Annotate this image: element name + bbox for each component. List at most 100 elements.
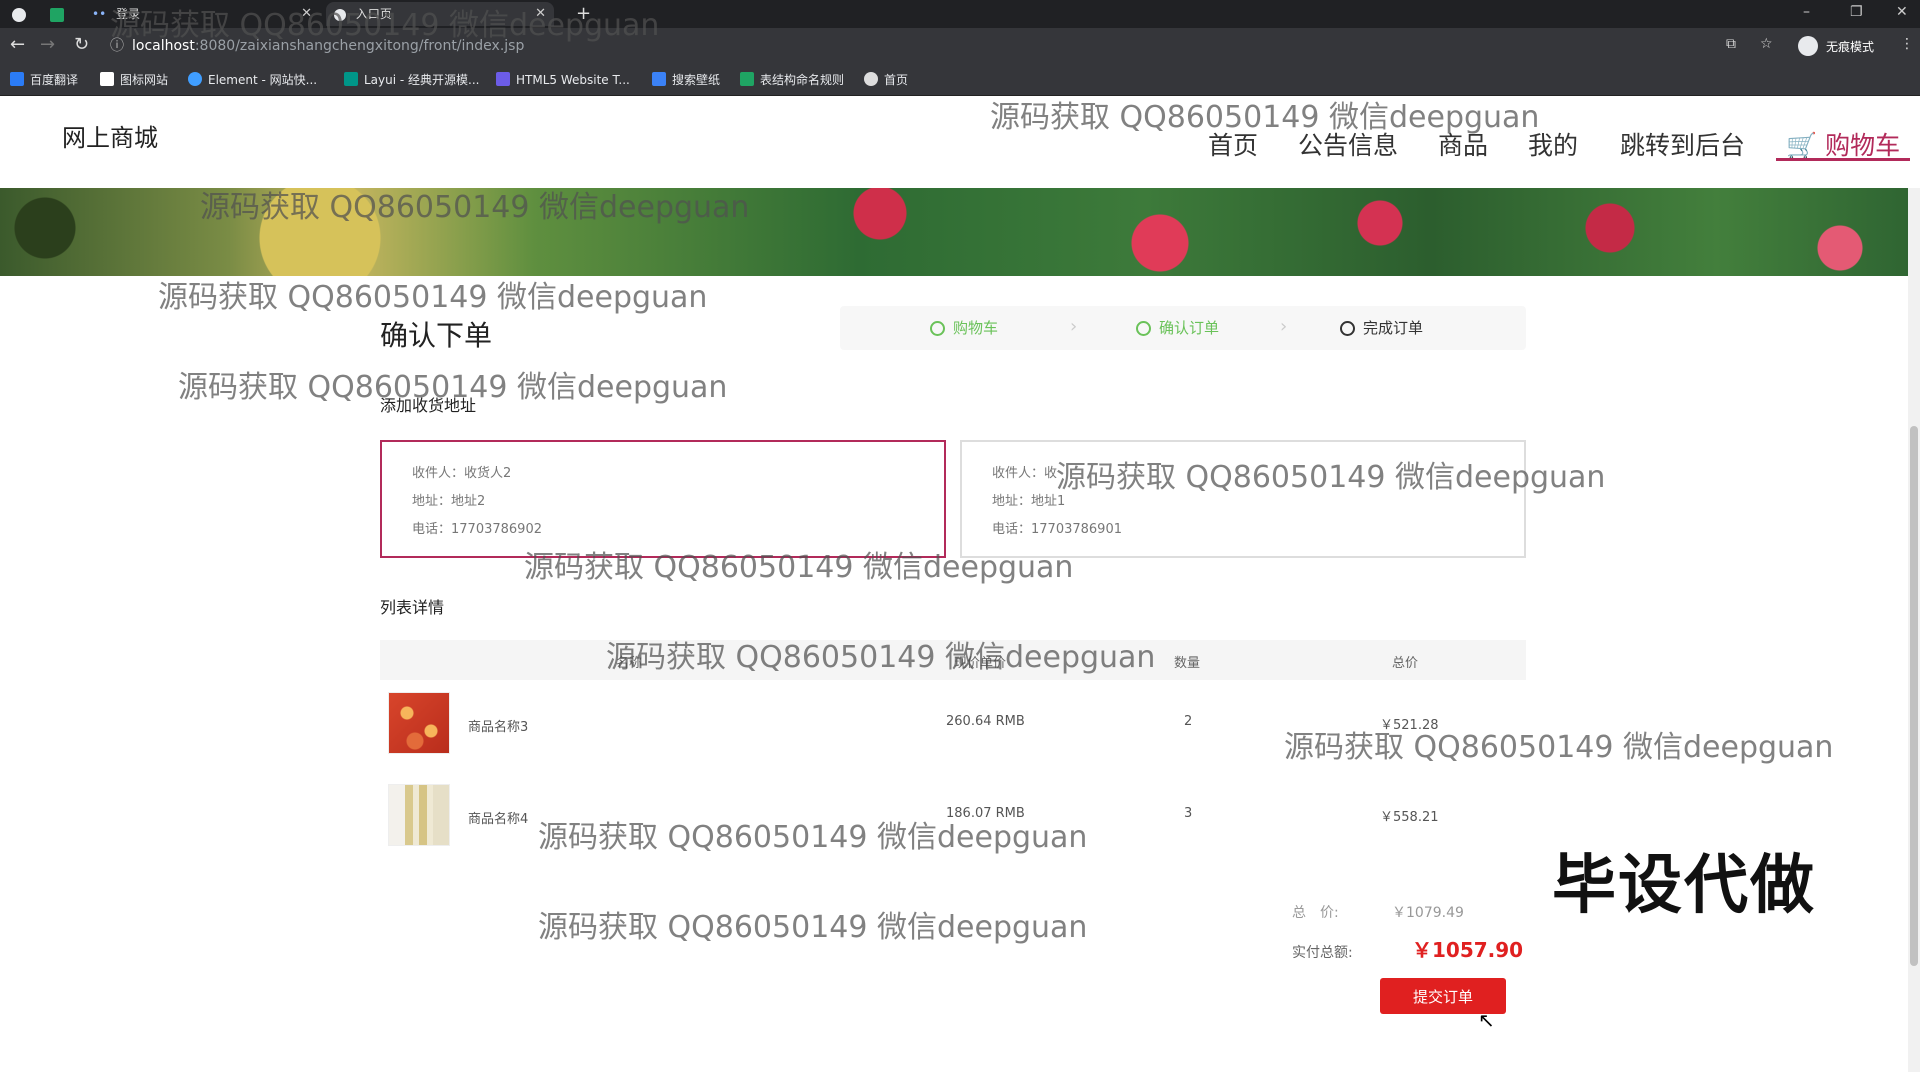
incognito-label[interactable]: 无痕模式 bbox=[1826, 38, 1874, 55]
bookmark-item[interactable]: 百度翻译 bbox=[10, 71, 78, 89]
minimize-icon[interactable]: – bbox=[1803, 4, 1810, 20]
bookmark-label: Element - 网站快... bbox=[208, 73, 318, 87]
address-heading[interactable]: 添加收货地址 bbox=[380, 392, 476, 416]
nav-notice[interactable]: 公告信息 bbox=[1298, 126, 1398, 162]
bookmark-item[interactable]: HTML5 Website T... bbox=[496, 71, 630, 89]
list-heading: 列表详情 bbox=[380, 598, 445, 617]
sum-label: 总 价: bbox=[1292, 905, 1339, 921]
column-header-total: 总价 bbox=[1392, 656, 1419, 671]
address-phone: 电话：17703786901 bbox=[992, 522, 1122, 537]
incognito-icon bbox=[1798, 36, 1818, 56]
bookmark-item[interactable]: Layui - 经典开源模... bbox=[344, 71, 479, 89]
step-complete: 完成订单 bbox=[1340, 318, 1423, 338]
nav-cart-label: 购物车 bbox=[1825, 131, 1901, 160]
column-header-qty: 数量 bbox=[1174, 656, 1201, 671]
step-label: 确认订单 bbox=[1159, 319, 1220, 337]
browser-tab-entry[interactable]: 入口页 ✕ bbox=[326, 2, 554, 26]
browser-tab-home[interactable] bbox=[12, 2, 32, 26]
close-icon[interactable]: ✕ bbox=[301, 2, 312, 26]
product-qty: 3 bbox=[1184, 806, 1193, 821]
close-window-icon[interactable]: ✕ bbox=[1896, 4, 1908, 20]
column-header-price: 现价单价 bbox=[954, 656, 1007, 671]
tab-label: 登录 bbox=[115, 7, 140, 21]
url-path: :8080/zaixianshangchengxitong/front/inde… bbox=[194, 38, 525, 54]
product-total: ￥521.28 bbox=[1380, 718, 1439, 733]
check-circle-icon bbox=[930, 321, 945, 336]
pay-value: ￥1057.90 bbox=[1412, 938, 1524, 962]
chevron-right-icon: › bbox=[1280, 316, 1288, 337]
product-image[interactable] bbox=[388, 692, 450, 754]
bookmark-label: 表结构命名规则 bbox=[760, 73, 845, 87]
translate-bookmark-icon bbox=[10, 72, 24, 86]
mouse-cursor-icon: ↖ bbox=[1478, 1008, 1495, 1032]
table-row: 商品名称4 186.07 RMB 3 ￥558.21 bbox=[380, 780, 1526, 850]
browser-tab-login[interactable]: •• 登录 ✕ bbox=[92, 2, 312, 26]
bookmark-label: 搜索壁纸 bbox=[672, 73, 721, 87]
product-qty: 2 bbox=[1184, 714, 1193, 729]
step-label: 购物车 bbox=[953, 319, 999, 337]
chevron-right-icon: › bbox=[1070, 316, 1078, 337]
nav-cart[interactable]: 🛒 购物车 bbox=[1786, 126, 1900, 162]
globe-icon bbox=[864, 72, 878, 86]
product-image[interactable] bbox=[388, 784, 450, 846]
bookmark-label: Layui - 经典开源模... bbox=[364, 73, 480, 87]
product-name[interactable]: 商品名称4 bbox=[468, 808, 528, 827]
address-line: 地址：地址2 bbox=[412, 494, 486, 509]
check-circle-icon bbox=[1136, 321, 1151, 336]
flag-icon bbox=[100, 72, 114, 86]
globe-icon bbox=[334, 8, 346, 21]
nav-mine[interactable]: 我的 bbox=[1528, 126, 1578, 162]
bookmark-star-icon[interactable]: ☆ bbox=[1760, 36, 1773, 52]
new-tab-button[interactable]: + bbox=[576, 2, 596, 26]
bookmark-item[interactable]: Element - 网站快... bbox=[188, 71, 317, 89]
bookmark-item[interactable]: 图标网站 bbox=[100, 71, 168, 89]
banner-image bbox=[0, 188, 1908, 276]
circle-icon bbox=[1340, 321, 1355, 336]
tab-favicon-icon: •• bbox=[92, 7, 107, 21]
bookmark-item[interactable]: 表结构命名规则 bbox=[740, 71, 844, 89]
address-card-selected[interactable]: 收件人：收货人2 地址：地址2 电话：17703786902 bbox=[380, 440, 946, 558]
nav-backend[interactable]: 跳转到后台 bbox=[1620, 126, 1745, 162]
nav-goods[interactable]: 商品 bbox=[1438, 126, 1488, 162]
menu-icon[interactable]: ⋮ bbox=[1900, 36, 1914, 52]
sum-value: ￥1079.49 bbox=[1392, 905, 1464, 921]
site-title[interactable]: 网上商城 bbox=[62, 118, 158, 153]
product-total: ￥558.21 bbox=[1380, 810, 1439, 825]
restore-icon[interactable]: ❐ bbox=[1850, 4, 1863, 20]
browser-tab-app[interactable] bbox=[50, 2, 70, 26]
address-receiver: 收件人：收 bbox=[992, 466, 1058, 481]
step-label: 完成订单 bbox=[1363, 319, 1424, 337]
pay-label: 实付总额: bbox=[1292, 945, 1353, 961]
address-phone: 电话：17703786902 bbox=[412, 522, 542, 537]
wallpaper-icon bbox=[652, 72, 666, 86]
close-icon[interactable]: ✕ bbox=[535, 2, 546, 26]
table-row: 商品名称3 260.64 RMB 2 ￥521.28 bbox=[380, 688, 1526, 758]
order-steps: 购物车 › 确认订单 › 完成订单 bbox=[840, 306, 1526, 350]
reload-icon[interactable]: ↻ bbox=[74, 36, 89, 54]
scrollbar-thumb[interactable] bbox=[1910, 426, 1918, 966]
sheet-icon bbox=[740, 72, 754, 86]
bookmark-item[interactable]: 搜索壁纸 bbox=[652, 71, 720, 89]
column-header-name: 名称 bbox=[616, 656, 643, 671]
step-confirm: 确认订单 bbox=[1136, 318, 1219, 338]
promo-caption: 毕设代做 bbox=[1552, 849, 1816, 923]
bookmark-item[interactable]: 首页 bbox=[864, 71, 908, 89]
bookmark-label: 百度翻译 bbox=[30, 73, 79, 87]
address-card[interactable]: 收件人：收 地址：地址1 电话：17703786901 bbox=[960, 440, 1526, 558]
step-cart: 购物车 bbox=[930, 318, 998, 338]
product-name[interactable]: 商品名称3 bbox=[468, 716, 528, 735]
translate-icon[interactable]: ⧉ bbox=[1726, 36, 1736, 52]
tab-label: 入口页 bbox=[355, 7, 392, 21]
page-title: 确认下单 bbox=[380, 319, 493, 352]
chrome-icon bbox=[12, 7, 26, 22]
bookmark-label: HTML5 Website T... bbox=[516, 73, 630, 87]
product-price: 186.07 RMB bbox=[946, 806, 1025, 821]
url-host: localhost bbox=[132, 38, 195, 54]
address-bar[interactable]: ⓘ localhost:8080/zaixianshangchengxitong/… bbox=[110, 32, 1730, 60]
element-icon bbox=[188, 72, 202, 86]
cart-icon: 🛒 bbox=[1786, 131, 1818, 160]
info-icon: ⓘ bbox=[110, 38, 124, 54]
back-icon[interactable]: ← bbox=[10, 36, 25, 54]
nav-home[interactable]: 首页 bbox=[1208, 126, 1258, 162]
forward-icon[interactable]: → bbox=[40, 36, 55, 54]
